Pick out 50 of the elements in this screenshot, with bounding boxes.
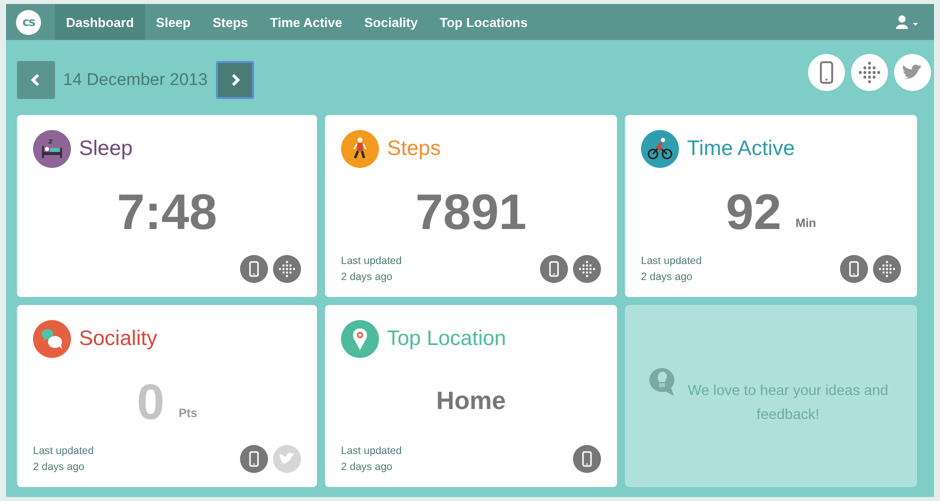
lightbulb-icon: [646, 366, 676, 396]
feedback-card[interactable]: We love to hear your ideas and feedback!: [625, 305, 917, 487]
dot-grid-icon[interactable]: [851, 54, 888, 90]
card-title: Sociality: [79, 327, 158, 351]
previous-day-button[interactable]: [17, 61, 55, 99]
map-pin-icon: [341, 320, 379, 358]
last-updated-text: 2 days ago: [641, 271, 694, 283]
metric-value: Home: [436, 387, 506, 416]
nav-tab[interactable]: Top Locations: [428, 4, 539, 40]
last-updated-text: 2 days ago: [33, 461, 86, 473]
walking-figure-icon: [341, 130, 379, 168]
phone-icon[interactable]: [240, 445, 268, 473]
date-label: 14 December 2013: [63, 70, 208, 90]
nav-tab[interactable]: Time Active: [259, 4, 354, 40]
feedback-text: We love to hear your ideas and feedback!: [686, 382, 890, 424]
metric-value: 7891: [415, 182, 527, 240]
phone-icon[interactable]: [840, 255, 868, 283]
phone-icon[interactable]: [540, 255, 568, 283]
nav-tab[interactable]: Steps: [202, 4, 259, 40]
logo[interactable]: cs: [16, 10, 41, 34]
nav-tab[interactable]: Sociality: [353, 4, 429, 40]
next-day-button[interactable]: [216, 61, 254, 99]
bird-icon[interactable]: [894, 54, 931, 90]
phone-icon[interactable]: [808, 54, 845, 90]
last-updated-text: Last updated: [341, 255, 402, 267]
last-updated-text: 2 days ago: [341, 461, 394, 473]
nav-tab[interactable]: Dashboard: [55, 4, 145, 40]
card-title: Top Location: [387, 327, 506, 351]
chevron-left-icon: [30, 73, 42, 87]
metric-value: 92: [726, 182, 782, 240]
unit-label: Min: [795, 216, 816, 230]
bed-icon: [33, 130, 71, 168]
nav-tab[interactable]: Sleep: [144, 4, 202, 40]
speech-bubbles-icon: [33, 320, 71, 358]
phone-icon[interactable]: [573, 445, 601, 473]
last-updated-text: Last updated: [341, 445, 402, 457]
dot-grid-icon[interactable]: [873, 255, 901, 283]
last-updated-text: 2 days ago: [341, 271, 394, 283]
phone-icon[interactable]: [240, 255, 268, 283]
card-title: Sleep: [79, 137, 133, 161]
metric-value: 7:48: [116, 182, 218, 240]
last-updated-text: Last updated: [641, 255, 702, 267]
cyclist-icon: [641, 130, 679, 168]
metric-value: 0: [136, 372, 165, 430]
card-title: Time Active: [687, 137, 795, 161]
dot-grid-icon[interactable]: [273, 255, 301, 283]
unit-label: Pts: [178, 406, 198, 420]
card-title: Steps: [387, 137, 441, 161]
last-updated-text: Last updated: [33, 445, 94, 457]
dot-grid-icon[interactable]: [573, 255, 601, 283]
